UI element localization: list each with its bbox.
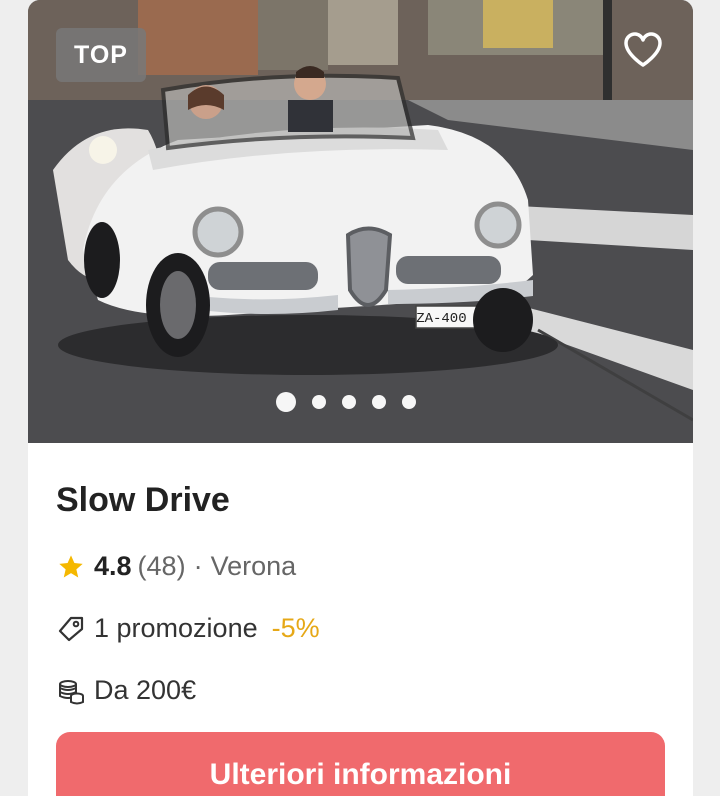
discount-badge: -5% — [271, 613, 320, 643]
carousel-dots — [276, 392, 416, 412]
vendor-photo-carousel[interactable]: ZA-400 HA TOP — [28, 0, 693, 443]
review-count: (48) — [137, 551, 186, 581]
carousel-dot-2[interactable] — [312, 395, 326, 409]
vendor-title[interactable]: Slow Drive — [56, 481, 230, 520]
carousel-dot-1[interactable] — [276, 392, 296, 412]
star-icon — [56, 552, 86, 582]
top-badge: TOP — [56, 28, 146, 82]
price-text: Da 200€ — [94, 675, 197, 705]
carousel-dot-3[interactable] — [342, 395, 356, 409]
rating-row: 4.8 (48) · Verona — [56, 551, 296, 582]
promotion-text: 1 promozione — [94, 613, 258, 643]
more-info-button[interactable]: Ulteriori informazioni — [56, 732, 665, 796]
heart-outline-icon — [624, 32, 662, 67]
separator: · — [193, 551, 203, 581]
vendor-card[interactable]: ZA-400 HA TOP Slow Drive 4.8 (48) · Vero… — [28, 0, 693, 796]
rating-value: 4.8 — [94, 551, 132, 581]
promotion-row: 1 promozione -5% — [56, 613, 320, 644]
price-tag-icon — [56, 614, 86, 644]
price-row: Da 200€ — [56, 675, 196, 706]
carousel-dot-5[interactable] — [402, 395, 416, 409]
coins-icon — [56, 676, 86, 706]
carousel-dot-4[interactable] — [372, 395, 386, 409]
location: Verona — [210, 551, 297, 581]
favorite-button[interactable] — [621, 28, 665, 72]
